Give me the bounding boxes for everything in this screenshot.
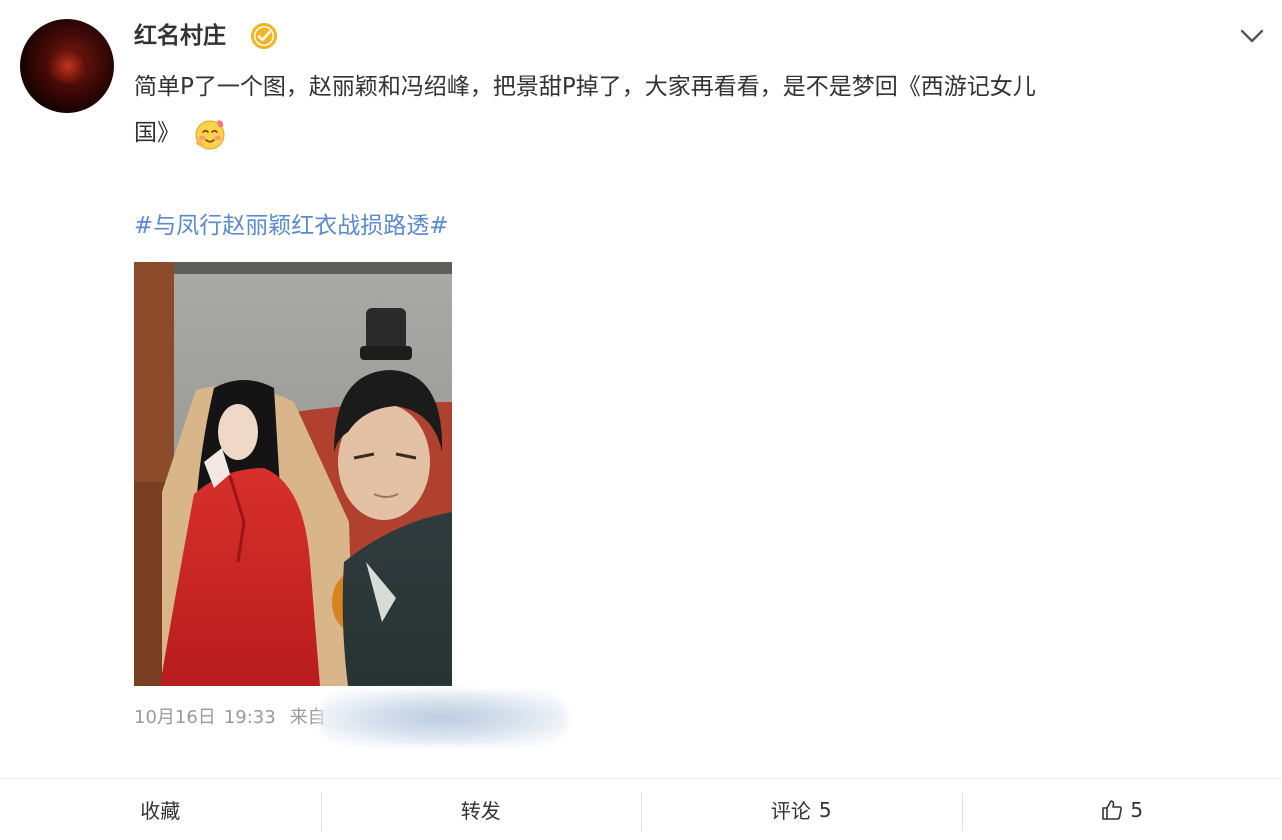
avatar[interactable]: [20, 19, 114, 113]
hashtag-link[interactable]: #与凤行赵丽颖红衣战损路透#: [134, 208, 449, 244]
post-text: 简单P了一个图，赵丽颖和冯绍峰，把景甜P掉了，大家再看看，是不是梦回《西游记女儿…: [134, 64, 1214, 156]
verified-badge-icon: [251, 23, 277, 49]
chevron-down-icon[interactable]: [1238, 24, 1266, 48]
post-text-line-2-text: 国》: [134, 120, 180, 146]
favorite-label: 收藏: [140, 799, 181, 823]
post-date: 10月16日: [134, 707, 216, 728]
blushing-face-emoji-icon: [195, 119, 225, 149]
post-text-line-1: 简单P了一个图，赵丽颖和冯绍峰，把景甜P掉了，大家再看看，是不是梦回《西游记女儿: [134, 74, 1036, 100]
thumbs-up-icon: [1102, 799, 1123, 820]
action-bar: 收藏 转发 评论 5 5: [0, 779, 1282, 840]
redaction-blur: [318, 690, 568, 746]
post-time: 19:33: [223, 707, 276, 728]
like-button[interactable]: 5: [961, 779, 1282, 840]
favorite-button[interactable]: 收藏: [0, 779, 321, 840]
comment-button[interactable]: 评论 5: [641, 779, 962, 840]
weibo-post-card: 红名村庄 简单P了一个图，赵丽颖和冯绍峰，把景甜P掉了，大家再看看，是不是梦回《…: [0, 0, 1282, 840]
like-count: 5: [1130, 797, 1144, 822]
comment-count: 5: [818, 797, 832, 822]
post-photo[interactable]: [134, 262, 452, 686]
post-meta: 10月16日 19:33 来自: [134, 703, 326, 733]
repost-button[interactable]: 转发: [320, 779, 642, 840]
avatar-glow: [48, 49, 88, 83]
comment-label: 评论: [770, 799, 811, 823]
repost-label: 转发: [460, 799, 501, 823]
username[interactable]: 红名村庄: [134, 20, 226, 52]
post-text-line-2: 国》: [134, 110, 1214, 156]
